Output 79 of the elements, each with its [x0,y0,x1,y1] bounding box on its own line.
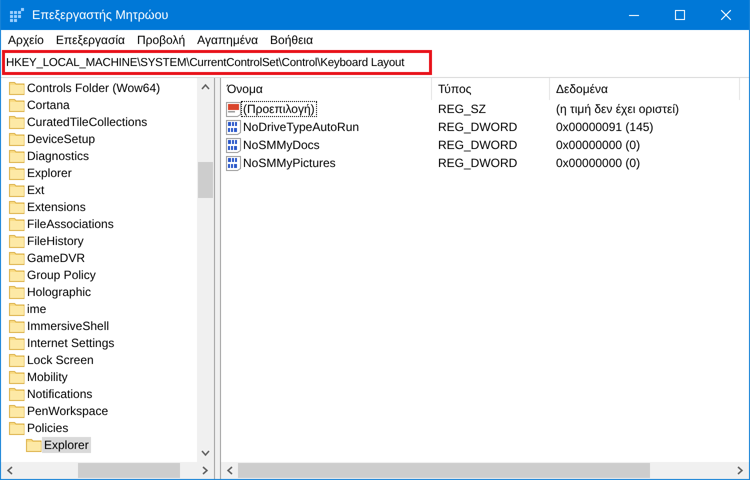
tree-item[interactable]: Internet Settings [25,334,116,350]
folder-icon [9,97,25,112]
table-cell-text: (η τιμή δεν έχει οριστεί) [555,102,680,116]
binary-value-icon [226,155,241,171]
address-field[interactable]: HKEY_LOCAL_MACHINE\SYSTEM\CurrentControlSet\Control\Keyboard Layout [2,50,432,75]
tree-item[interactable]: Controls Folder (Wow64) [25,80,162,96]
tree-item[interactable]: ime [25,300,48,316]
menu-item[interactable]: Επεξεργασία [50,30,132,49]
folder-icon [9,284,25,299]
folder-icon [9,114,25,129]
maximize-icon [675,10,685,20]
tree-item[interactable]: CuratedTileCollections [25,114,150,130]
folder-icon [9,352,25,367]
close-icon [721,10,731,20]
scroll-thumb[interactable] [238,463,650,478]
vertical-scrollbar[interactable] [197,78,214,462]
tree-item[interactable]: Policies [25,420,70,436]
binary-value-icon [226,137,241,153]
menu-item[interactable]: Προβολή [132,30,192,49]
column-header[interactable]: Τύπος [432,78,550,100]
folder-icon [9,165,25,180]
folder-icon [9,182,25,197]
menu-item[interactable]: Αρχείο [3,30,51,49]
tree-item[interactable]: Mobility [25,368,70,384]
string-value-icon [226,101,241,117]
tree-item[interactable]: FileAssociations [25,216,116,232]
value-name[interactable]: NoSMMyDocs [241,137,322,153]
tree-item[interactable]: ImmersiveShell [25,318,112,334]
table-cell-text: REG_DWORD [437,120,518,134]
table-cell-text: REG_DWORD [437,138,518,152]
tree-item[interactable]: DeviceSetup [25,130,98,146]
tree-item[interactable]: Cortana [25,96,72,112]
table-cell-text: 0x00000000 (0) [555,138,642,152]
table-cell-text: REG_SZ [437,102,488,116]
tree-item[interactable]: Explorer [25,164,74,180]
folder-icon [9,216,25,231]
binary-value-icon [226,119,241,135]
folder-icon [9,369,25,384]
value-name[interactable]: NoSMMyPictures [241,155,338,171]
folder-icon [9,318,25,333]
menu-item[interactable]: Αγαπημένα [192,30,266,49]
tree-item[interactable]: Group Policy [25,266,98,282]
column-header[interactable]: Δεδομένα [550,78,740,100]
tree-item[interactable]: Notifications [25,386,94,402]
tree-item[interactable]: FileHistory [25,232,86,248]
registry-icon [10,8,24,22]
tree-item[interactable]: Ext [25,182,46,198]
value-name[interactable]: (Προεπιλογή) [241,101,317,117]
tree-item[interactable]: GameDVR [25,250,88,266]
folder-icon [9,386,25,401]
folder-icon [9,301,25,316]
tree-item[interactable]: Lock Screen [25,352,96,368]
table-cell-text: 0x00000091 (145) [555,120,654,134]
folder-icon [9,420,25,435]
table-cell-text: 0x00000000 (0) [555,156,642,170]
column-header[interactable]: Όνομα [221,78,432,100]
tree-item[interactable]: Explorer [42,436,91,452]
table-cell-text: REG_DWORD [437,156,518,170]
folder-icon [9,148,25,163]
horizontal-scrollbar[interactable] [1,462,214,479]
scroll-thumb[interactable] [78,463,180,478]
folder-icon [9,80,25,95]
folder-icon [9,250,25,265]
folder-icon [9,267,25,282]
horizontal-scrollbar[interactable] [221,462,749,479]
folder-icon [9,233,25,248]
tree-item[interactable]: Holographic [25,284,94,300]
window-title: Επεξεργαστής Μητρώου [32,8,170,22]
folder-icon [26,437,42,452]
folder-icon [9,131,25,146]
scroll-thumb[interactable] [198,162,213,198]
tree-item[interactable]: PenWorkspace [25,402,110,418]
tree-item[interactable]: Diagnostics [25,148,92,164]
menu-item[interactable]: Βοήθεια [265,30,320,49]
folder-icon [9,335,25,350]
folder-icon [9,403,25,418]
tree-item[interactable]: Extensions [25,198,88,214]
folder-icon [9,199,25,214]
value-name[interactable]: NoDriveTypeAutoRun [241,119,362,135]
